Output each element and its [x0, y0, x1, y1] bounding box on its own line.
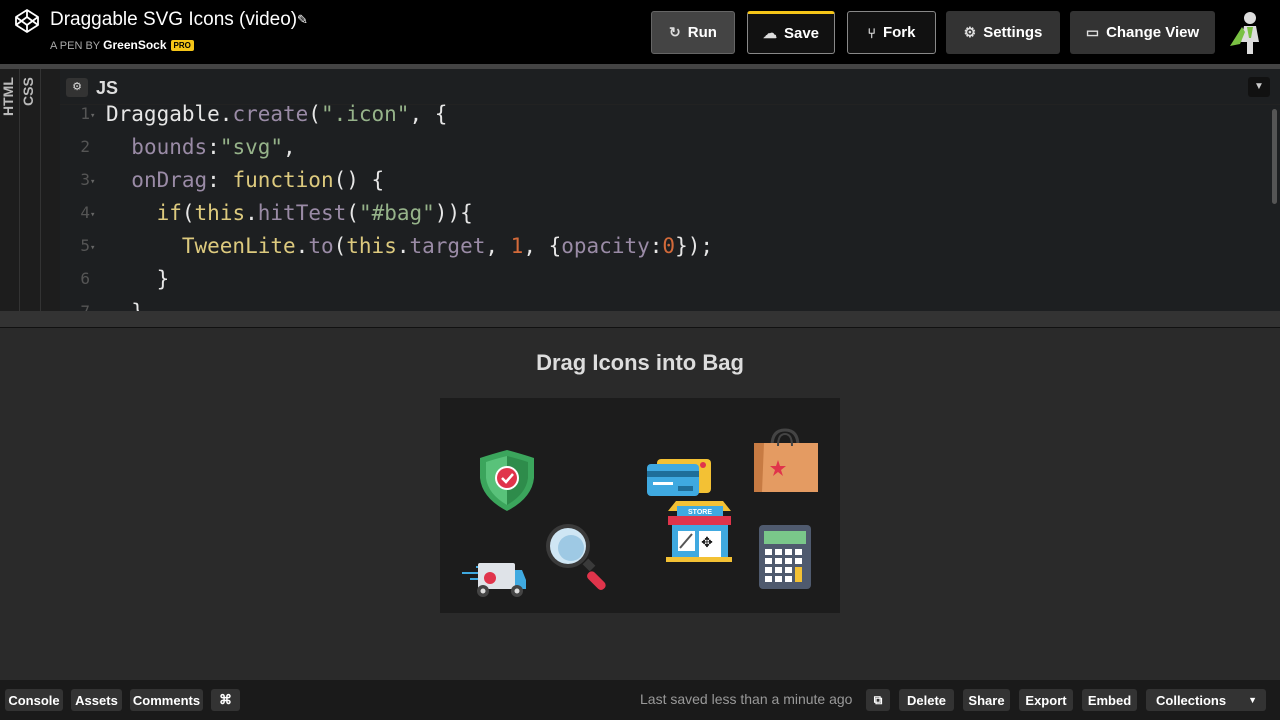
store-icon[interactable]: STORE ✥ [666, 501, 732, 562]
calculator-icon[interactable] [759, 525, 811, 589]
change-view-label: Change View [1106, 24, 1200, 41]
comments-button[interactable]: Comments [130, 689, 203, 711]
code-line: Draggable.create(".icon", { [106, 102, 448, 126]
code-line: if(this.hitTest("#bag")){ [156, 201, 473, 225]
code-line: bounds:"svg", [131, 135, 296, 159]
edit-title-pencil-icon[interactable]: ✎ [297, 12, 308, 28]
pen-byline: A PEN BY GreenSock PRO [50, 38, 194, 52]
editor-scrollbar[interactable] [1272, 109, 1277, 204]
layout-icon: ▭ [1085, 24, 1100, 40]
chevron-down-icon: ▼ [1248, 695, 1257, 705]
tab-html[interactable]: HTML [0, 77, 18, 307]
last-saved-status: Last saved less than a minute ago [640, 691, 853, 707]
pen-title[interactable]: Draggable SVG Icons (video) [50, 9, 297, 31]
gear-icon: ⚙ [963, 24, 977, 40]
keyboard-shortcuts-button[interactable]: ⌘ [211, 689, 240, 711]
external-link-icon[interactable]: ⧉ [866, 689, 890, 711]
result-pane: Drag Icons into Bag STORE ✥ [0, 328, 1280, 680]
fork-label: Fork [882, 24, 916, 41]
js-editor-title: JS [96, 78, 119, 98]
code-area[interactable]: 1 ▾ Draggable.create(".icon", { 2 bounds… [60, 102, 1270, 311]
fold-arrow-icon[interactable]: ▾ [90, 177, 95, 187]
result-heading: Drag Icons into Bag [536, 350, 744, 375]
fork-icon: ⑂ [867, 24, 876, 41]
line-number: 7 [60, 302, 90, 311]
delivery-truck-icon[interactable] [462, 563, 526, 597]
author-link[interactable]: GreenSock [103, 38, 166, 52]
collections-dropdown[interactable]: Collections ▼ [1146, 689, 1266, 711]
js-editor[interactable]: ⚙ JS ▼ 1 ▾ Draggable.create(".icon", { 2… [60, 69, 1280, 311]
line-number: 2 [80, 137, 90, 156]
js-editor-header: ⚙ JS ▼ [60, 69, 1280, 105]
assets-button[interactable]: Assets [71, 689, 122, 711]
pro-badge: PRO [170, 40, 194, 51]
shopping-bag-icon[interactable] [754, 428, 818, 492]
panel-resize-handle[interactable] [0, 311, 1280, 328]
magnifier-icon[interactable] [546, 524, 607, 592]
editor-settings-icon[interactable]: ⚙ [66, 78, 88, 97]
fold-arrow-icon[interactable]: ▾ [90, 210, 95, 220]
line-number: 5 [80, 236, 90, 255]
code-line: } [106, 267, 170, 291]
shield-icon[interactable] [480, 450, 534, 511]
share-button[interactable]: Share [963, 689, 1010, 711]
collapsed-editors: HTML CSS [0, 69, 60, 311]
settings-button[interactable]: ⚙ Settings [946, 11, 1060, 54]
line-number: 1 [80, 104, 90, 123]
save-label: Save [783, 25, 820, 42]
byline-prefix: A PEN BY [50, 40, 101, 52]
tab-divider [40, 69, 41, 311]
code-line: TweenLite.to(this.target, 1, {opacity:0}… [181, 234, 714, 258]
tab-divider [19, 69, 20, 311]
code-line: } [106, 300, 144, 311]
code-line: onDrag: function() { [131, 168, 385, 192]
tab-css[interactable]: CSS [20, 77, 38, 307]
change-view-button[interactable]: ▭ Change View [1070, 11, 1215, 54]
line-number: 4 [80, 203, 90, 222]
line-number: 6 [80, 269, 90, 288]
move-cursor-icon: ✥ [701, 535, 713, 551]
run-button[interactable]: ↻ Run [651, 11, 735, 54]
collections-label: Collections [1156, 692, 1227, 708]
fork-button[interactable]: ⑂ Fork [847, 11, 936, 54]
cloud-icon: ☁ [762, 25, 777, 41]
embed-button[interactable]: Embed [1082, 689, 1137, 711]
fold-arrow-icon[interactable]: ▾ [90, 243, 95, 253]
chevron-down-icon[interactable]: ▼ [1248, 77, 1270, 97]
save-button[interactable]: ☁ Save [747, 11, 835, 54]
settings-label: Settings [983, 24, 1043, 41]
store-sign-text: STORE [688, 509, 712, 516]
run-label: Run [687, 24, 717, 41]
footer-bar: Console Assets Comments ⌘ Last saved les… [0, 680, 1280, 720]
codepen-logo-icon[interactable] [14, 8, 40, 34]
fold-arrow-icon[interactable]: ▾ [90, 111, 95, 121]
console-button[interactable]: Console [5, 689, 63, 711]
credit-card-icon[interactable] [647, 459, 711, 496]
user-avatar[interactable] [1228, 10, 1268, 56]
icon-stage: STORE ✥ [440, 398, 840, 613]
app-header: Draggable SVG Icons (video) ✎ A PEN BY Gr… [0, 0, 1280, 64]
delete-button[interactable]: Delete [899, 689, 954, 711]
export-button[interactable]: Export [1019, 689, 1073, 711]
refresh-icon: ↻ [669, 24, 681, 40]
line-number: 3 [80, 170, 90, 189]
